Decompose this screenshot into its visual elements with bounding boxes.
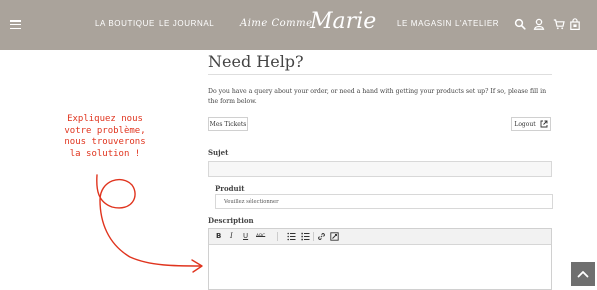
- scroll-top-button[interactable]: [571, 262, 595, 286]
- chevron-up-icon: [577, 271, 589, 278]
- annotation-arrow: [96, 174, 203, 273]
